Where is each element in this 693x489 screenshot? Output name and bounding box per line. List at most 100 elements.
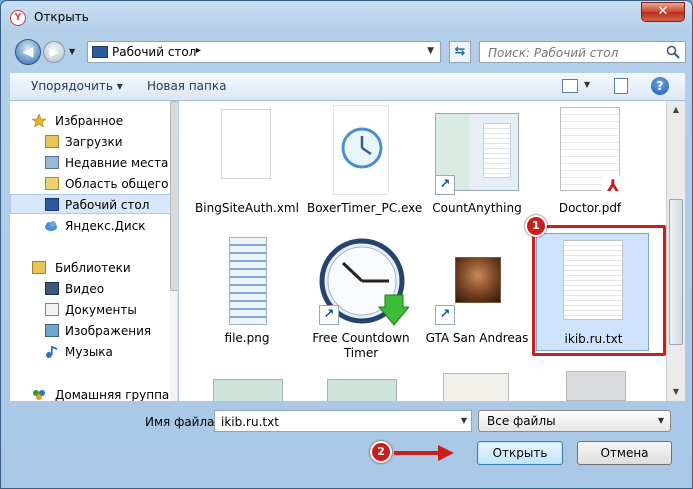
sidebar-item-favorites[interactable]: Избранное (10, 111, 177, 131)
sidebar-item-libraries[interactable]: Библиотеки (10, 258, 177, 278)
folder-icon (45, 177, 59, 190)
filename-dropdown-icon[interactable]: ▼ (461, 416, 467, 425)
sidebar-item-label: Домашняя группа (55, 388, 170, 401)
open-button[interactable]: Открыть (477, 441, 563, 465)
sidebar-item-shared[interactable]: Область общего д (10, 174, 178, 194)
search-box[interactable] (479, 41, 686, 63)
file-item[interactable]: file.png (193, 235, 301, 350)
desktop-icon (92, 46, 108, 58)
window-title: Открыть (34, 10, 89, 24)
shortcut-arrow-icon: ↗ (319, 305, 339, 325)
file-item-partial[interactable] (307, 367, 415, 401)
breadcrumb[interactable]: Рабочий стол (112, 45, 196, 59)
filename-input[interactable] (219, 414, 449, 430)
video-icon (45, 282, 59, 295)
file-list-scrollbar[interactable]: ▲ ▼ (666, 101, 685, 401)
scrollbar-thumb[interactable] (170, 101, 177, 291)
command-bar: Упорядочить ▾ Новая папка ▼ ? (10, 73, 685, 101)
address-dropdown-icon[interactable]: ▼ (427, 46, 434, 56)
filename-label: Имя файла: (145, 415, 219, 429)
preview-pane-icon[interactable] (614, 78, 628, 94)
change-view-icon[interactable] (562, 79, 578, 93)
scrollbar-thumb[interactable] (669, 199, 683, 345)
search-input[interactable] (486, 45, 656, 61)
scroll-down-icon[interactable]: ▼ (668, 384, 684, 400)
navigation-bar: ◀ ▶ ▼ Рабочий стол ▸ ▼ ⇆ (9, 39, 686, 65)
close-button[interactable]: ✕ (641, 2, 685, 22)
file-item-partial[interactable] (193, 367, 301, 401)
sidebar-item-label: Изображения (65, 324, 152, 338)
dialog-footer: Имя файла: ▼ Все файлы ▼ Открыть Отмена (10, 401, 685, 486)
image-file-icon (203, 235, 291, 327)
music-icon (46, 346, 57, 358)
sidebar-item-music[interactable]: Музыка (10, 342, 177, 362)
sidebar-item-label: Библиотеки (55, 261, 131, 275)
sidebar-item-label: Рабочий стол (65, 198, 150, 212)
sidebar-item-documents[interactable]: Документы (10, 300, 177, 320)
view-dropdown-icon[interactable]: ▼ (584, 80, 590, 89)
file-name: Free Countdown Timer (312, 331, 410, 360)
filename-combobox[interactable]: ▼ (214, 410, 472, 432)
images-icon (45, 324, 59, 337)
yandex-browser-icon: Y (10, 10, 26, 26)
file-name: CountAnything (432, 201, 522, 215)
sidebar-item-label: Область общего д (65, 177, 178, 191)
file-name: GTA San Andreas (425, 331, 529, 345)
file-type-select[interactable]: Все файлы ▼ (478, 410, 671, 432)
open-file-dialog: Y Открыть ✕ ◀ ▶ ▼ Рабочий стол ▸ ▼ ⇆ Упо… (0, 0, 693, 489)
downloads-icon (45, 135, 59, 148)
chevron-down-icon[interactable]: ▼ (658, 416, 664, 425)
sidebar-item-desktop[interactable]: Рабочий стол (10, 194, 177, 214)
sidebar-item-downloads[interactable]: Загрузки (10, 132, 177, 152)
forward-button[interactable]: ▶ (43, 41, 65, 63)
address-bar[interactable]: Рабочий стол ▸ ▼ (87, 41, 441, 63)
file-item-partial[interactable] (536, 367, 644, 401)
highlight-frame (532, 225, 666, 356)
refresh-button[interactable]: ⇆ (449, 41, 471, 63)
sidebar-item-yandex-disk[interactable]: Яндекс.Диск (10, 216, 177, 236)
file-item[interactable]: BingSiteAuth.xml (193, 105, 301, 220)
search-icon[interactable] (666, 45, 680, 59)
sidebar-item-images[interactable]: Изображения (10, 321, 177, 341)
game-shortcut-icon: ↗ (433, 235, 521, 327)
arrow-icon (394, 445, 454, 461)
file-item[interactable]: ↗ GTA San Andreas (423, 235, 531, 350)
generic-file-icon (203, 105, 291, 197)
file-item[interactable]: ↗ CountAnything (423, 105, 531, 220)
scroll-up-icon[interactable]: ▲ (668, 102, 684, 118)
documents-icon (45, 303, 59, 316)
cloud-icon (45, 221, 57, 231)
sidebar-item-homegroup[interactable]: Домашняя группа (10, 385, 177, 401)
navigation-scrollbar[interactable] (170, 101, 177, 401)
sidebar-item-label: Музыка (65, 345, 113, 359)
countdown-timer-icon: ↗ (317, 235, 409, 327)
sidebar-item-label: Избранное (55, 114, 124, 128)
breadcrumb-arrow-icon[interactable]: ▸ (196, 45, 201, 56)
sidebar-item-label: Загрузки (65, 135, 123, 149)
navigation-pane: Избранное Загрузки Недавние места Област… (10, 101, 178, 401)
file-type-value: Все файлы (487, 414, 556, 428)
file-item[interactable]: ↗ Free Countdown Timer (307, 235, 415, 365)
homegroup-icon (33, 390, 45, 400)
file-item-partial[interactable] (423, 367, 531, 401)
file-item[interactable]: ⅄ Doctor.pdf (536, 105, 644, 220)
back-button[interactable]: ◀ (15, 39, 41, 65)
cancel-button[interactable]: Отмена (577, 441, 672, 465)
file-name: Doctor.pdf (558, 201, 622, 215)
file-item[interactable]: BoxerTimer_PC.exe (307, 105, 423, 235)
pdf-icon: ⅄ (546, 105, 634, 197)
file-name: file.png (224, 331, 270, 345)
help-button[interactable]: ? (651, 77, 669, 95)
step-badge-2: 2 (370, 441, 392, 463)
organize-button[interactable]: Упорядочить ▾ (31, 79, 123, 93)
clock-app-icon (317, 105, 405, 197)
app-shortcut-icon: ↗ (433, 105, 521, 197)
file-name: BoxerTimer_PC.exe (307, 201, 423, 215)
sidebar-item-video[interactable]: Видео (10, 279, 177, 299)
new-folder-button[interactable]: Новая папка (147, 79, 226, 93)
sidebar-item-label: Недавние места (65, 156, 169, 170)
sidebar-item-recent-places[interactable]: Недавние места (10, 153, 177, 173)
recent-pages-dropdown[interactable]: ▼ (69, 47, 79, 57)
recent-places-icon (45, 156, 59, 169)
title-bar: Y Открыть ✕ (1, 1, 692, 31)
